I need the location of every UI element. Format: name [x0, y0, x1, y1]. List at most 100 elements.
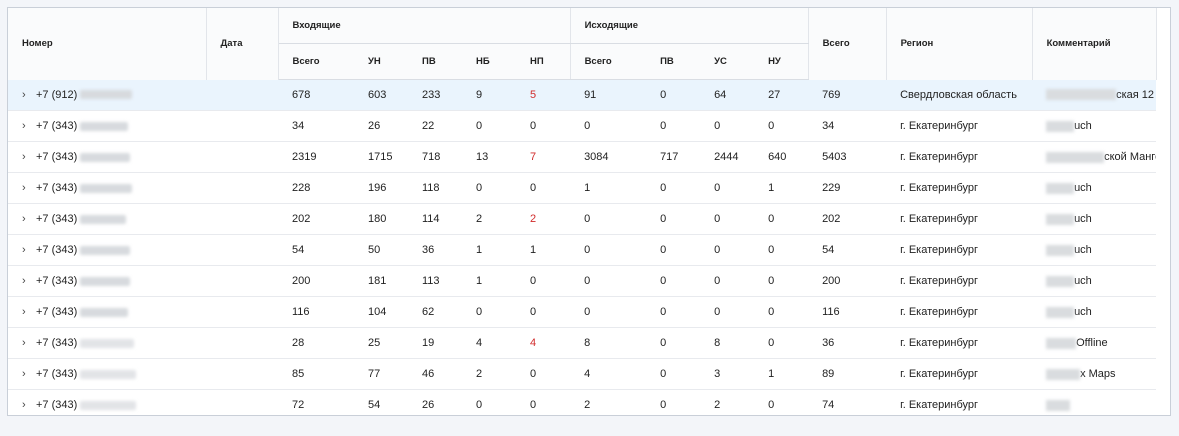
out-nu-cell: 0 [754, 203, 809, 235]
out-total-cell: 4 [570, 358, 647, 390]
out-total-cell: 3084 [570, 141, 647, 173]
table-row[interactable]: › +7 (343) 72 54 26 0 0 2 0 2 0 74 г. Екатеринбург [8, 389, 1157, 415]
redacted-digits [80, 369, 137, 379]
redacted-digits [80, 400, 137, 410]
in-un-cell: 54 [354, 389, 408, 415]
in-np-cell: 2 [516, 203, 571, 235]
expand-chevron-icon[interactable]: › [22, 306, 36, 318]
expand-chevron-icon[interactable]: › [22, 244, 36, 256]
expand-chevron-icon[interactable]: › [22, 368, 36, 380]
comment-text: uch [1074, 182, 1092, 194]
header-out-nu[interactable]: НУ [754, 43, 809, 80]
out-nu-cell: 1 [754, 172, 809, 204]
out-us-cell: 2 [700, 389, 755, 415]
header-in-nb[interactable]: НБ [462, 43, 516, 80]
out-us-cell: 3 [700, 358, 755, 390]
comment-text: uch [1074, 244, 1092, 256]
in-nb-cell: 13 [462, 141, 516, 173]
in-np-cell: 0 [516, 172, 571, 204]
comment-cell: uch [1032, 203, 1157, 235]
out-us-cell: 0 [700, 265, 755, 297]
phone-cell: › +7 (343) [8, 389, 206, 415]
expand-chevron-icon[interactable]: › [22, 275, 36, 287]
table-row[interactable]: › +7 (343) 34 26 22 0 0 0 0 0 0 34 г. Екатеринбург uc… [8, 110, 1157, 142]
out-total-cell: 1 [570, 172, 647, 204]
in-total-cell: 2319 [278, 141, 354, 173]
out-pv-cell: 0 [646, 296, 701, 328]
redacted-comment [1046, 306, 1075, 318]
date-cell [206, 203, 278, 235]
redacted-comment [1046, 120, 1075, 132]
header-in-pv[interactable]: ПВ [408, 43, 462, 80]
in-pv-cell: 114 [408, 203, 462, 235]
comment-cell: x Maps [1032, 358, 1157, 390]
table-row[interactable]: › +7 (343) 28 25 19 4 4 8 0 8 0 36 г. Екатеринбург Of… [8, 327, 1157, 359]
total-cell: 200 [808, 265, 887, 297]
redacted-comment [1046, 89, 1117, 101]
in-pv-cell: 113 [408, 265, 462, 297]
in-nb-cell: 1 [462, 265, 516, 297]
table-row[interactable]: › +7 (343) 116 104 62 0 0 0 0 0 0 116 г. Екатеринбур… [8, 296, 1157, 328]
in-total-cell: 678 [278, 79, 354, 111]
header-in-np[interactable]: НП [516, 43, 571, 80]
in-un-cell: 1715 [354, 141, 408, 173]
in-total-cell: 72 [278, 389, 354, 415]
out-total-cell: 0 [570, 296, 647, 328]
comment-text: Offline [1076, 337, 1108, 349]
header-number[interactable]: Номер [8, 8, 207, 80]
phone-cell: › +7 (343) [8, 265, 206, 297]
phone-number: +7 (343) [36, 275, 78, 287]
in-np-cell: 0 [516, 265, 571, 297]
redacted-digits [80, 121, 129, 131]
table-row[interactable]: › +7 (343) 200 181 113 1 0 0 0 0 0 200 г. Екатеринбу… [8, 265, 1157, 297]
total-cell: 202 [808, 203, 887, 235]
table-row[interactable]: › +7 (343) 54 50 36 1 1 0 0 0 0 54 г. Екатеринбург uc… [8, 234, 1157, 266]
header-in-un[interactable]: УН [354, 43, 408, 80]
comment-cell: uch [1032, 234, 1157, 266]
table-row[interactable]: › +7 (343) 202 180 114 2 2 0 0 0 0 202 г. Екатеринбу… [8, 203, 1157, 235]
header-total[interactable]: Всего [808, 8, 887, 80]
table-row[interactable]: › +7 (912) 678 603 233 9 5 91 0 64 27 769 Свердловск… [8, 79, 1157, 111]
redacted-comment [1046, 399, 1071, 411]
comment-text: ской Манго [1104, 151, 1157, 163]
out-total-cell: 0 [570, 265, 647, 297]
phone-cell: › +7 (343) [8, 110, 206, 142]
region-cell: г. Екатеринбург [886, 389, 1033, 415]
expand-chevron-icon[interactable]: › [22, 151, 36, 163]
table-row[interactable]: › +7 (343) 85 77 46 2 0 4 0 3 1 89 г. Екатеринбург x … [8, 358, 1157, 390]
expand-chevron-icon[interactable]: › [22, 89, 36, 101]
in-pv-cell: 718 [408, 141, 462, 173]
out-pv-cell: 0 [646, 234, 701, 266]
region-cell: г. Екатеринбург [886, 296, 1033, 328]
in-total-cell: 34 [278, 110, 354, 142]
header-out-pv[interactable]: ПВ [646, 43, 701, 80]
header-comment[interactable]: Комментарий [1032, 8, 1157, 80]
header-out-total[interactable]: Всего [570, 43, 647, 80]
region-cell: г. Екатеринбург [886, 110, 1033, 142]
out-nu-cell: 0 [754, 296, 809, 328]
out-us-cell: 0 [700, 172, 755, 204]
expand-chevron-icon[interactable]: › [22, 337, 36, 349]
date-cell [206, 265, 278, 297]
table-body: › +7 (912) 678 603 233 9 5 91 0 64 27 769 Свердловск… [8, 79, 1157, 415]
expand-chevron-icon[interactable]: › [22, 399, 36, 411]
comment-text: uch [1074, 120, 1092, 132]
in-nb-cell: 0 [462, 296, 516, 328]
expand-chevron-icon[interactable]: › [22, 182, 36, 194]
table-row[interactable]: › +7 (343) 2319 1715 718 13 7 3084 717 2444 640 540… [8, 141, 1157, 173]
header-in-total[interactable]: Всего [278, 43, 354, 80]
out-nu-cell: 0 [754, 389, 809, 415]
header-region[interactable]: Регион [886, 8, 1033, 80]
out-nu-cell: 0 [754, 234, 809, 266]
calls-table-panel: Номер Дата Входящие Исходящие Всего Реги… [7, 7, 1171, 416]
date-cell [206, 172, 278, 204]
out-pv-cell: 0 [646, 265, 701, 297]
redacted-comment [1046, 182, 1075, 194]
expand-chevron-icon[interactable]: › [22, 213, 36, 225]
header-out-us[interactable]: УС [700, 43, 755, 80]
table-row[interactable]: › +7 (343) 228 196 118 0 0 1 0 0 1 229 г. Екатеринбу… [8, 172, 1157, 204]
comment-text: uch [1074, 306, 1092, 318]
out-nu-cell: 1 [754, 358, 809, 390]
expand-chevron-icon[interactable]: › [22, 120, 36, 132]
header-date[interactable]: Дата [206, 8, 279, 80]
